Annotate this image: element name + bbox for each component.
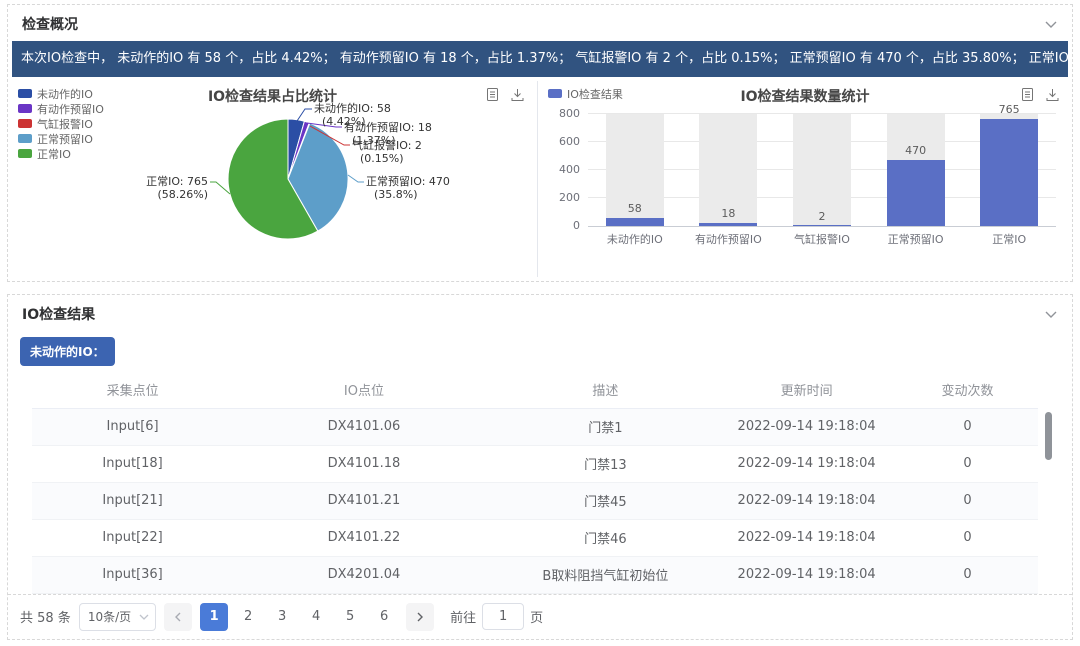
table-cell: DX4101.06 xyxy=(233,408,495,445)
pie-label: 正常预留IO: 470(35.8%) xyxy=(366,175,450,201)
y-tick-label: 200 xyxy=(559,191,580,204)
pie-label: 气缸报警IO: 2(0.15%) xyxy=(352,139,422,165)
pagination-total: 共 58 条 xyxy=(20,607,71,626)
table-cell: 2022-09-14 19:18:04 xyxy=(716,519,897,556)
bar-气缸报警IO: 2气缸报警IO xyxy=(793,114,851,226)
bar-columns: 58未动作的IO 18有动作预留IO 2气缸报警IO 470正常预留IO 765正常IO xyxy=(588,115,1056,226)
overview-title: 检查概况 xyxy=(22,14,78,34)
table-cell: 2022-09-14 19:18:04 xyxy=(716,408,897,445)
results-table: 采集点位IO点位描述更新时间变动次数 Input[6]DX4101.06门禁12… xyxy=(32,372,1038,594)
page-size-value: 10条/页 xyxy=(88,610,131,624)
data-view-icon[interactable] xyxy=(1020,87,1035,102)
table-cell: 2022-09-14 19:18:04 xyxy=(716,556,897,593)
page-size-select[interactable]: 10条/页 xyxy=(79,603,156,631)
goto-page-input[interactable] xyxy=(482,603,524,630)
table-cell: Input[6] xyxy=(32,408,233,445)
results-table-wrap: 采集点位IO点位描述更新时间变动次数 Input[6]DX4101.06门禁12… xyxy=(32,372,1054,594)
table-cell: DX4101.18 xyxy=(233,445,495,482)
y-tick-label: 600 xyxy=(559,135,580,148)
legend-label: IO检查结果 xyxy=(567,86,623,102)
table-cell: 0 xyxy=(897,556,1038,593)
bar-chart: 0200400600800 58未动作的IO18有动作预留IO2气缸报警IO47… xyxy=(588,115,1056,227)
table-header-cell: 描述 xyxy=(495,372,716,408)
page-button-3[interactable]: 3 xyxy=(268,603,296,631)
table-cell: B取料阻挡气缸初始位 xyxy=(495,556,716,593)
table-header-row: 采集点位IO点位描述更新时间变动次数 xyxy=(32,372,1038,408)
table-cell: 门禁46 xyxy=(495,519,716,556)
table-row: Input[18]DX4101.18门禁132022-09-14 19:18:0… xyxy=(32,445,1038,482)
filter-badge: 未动作的IO： xyxy=(20,337,115,366)
page-button-4[interactable]: 4 xyxy=(302,603,330,631)
next-page-button[interactable] xyxy=(406,603,434,631)
table-cell: Input[21] xyxy=(32,482,233,519)
table-cell: 门禁45 xyxy=(495,482,716,519)
overview-section: 检查概况 本次IO检查中， 未动作的IO 有 58 个，占比 4.42%； 有动… xyxy=(7,4,1073,282)
chevron-down-icon[interactable] xyxy=(1044,308,1058,320)
y-tick-label: 400 xyxy=(559,163,580,176)
table-cell: DX4101.21 xyxy=(233,482,495,519)
bar-正常预留IO: 470正常预留IO xyxy=(887,114,945,226)
y-tick-label: 0 xyxy=(573,219,580,232)
table-row: Input[6]DX4101.06门禁12022-09-14 19:18:040 xyxy=(32,408,1038,445)
table-row: Input[36]DX4201.04B取料阻挡气缸初始位2022-09-14 1… xyxy=(32,556,1038,593)
results-title: IO检查结果 xyxy=(22,304,95,324)
table-cell: 0 xyxy=(897,519,1038,556)
table-cell: 门禁1 xyxy=(495,408,716,445)
results-section: IO检查结果 未动作的IO： 采集点位IO点位描述更新时间变动次数 Input[… xyxy=(7,294,1073,640)
pie-chart xyxy=(8,81,538,281)
prev-page-button[interactable] xyxy=(164,603,192,631)
legend-item[interactable]: IO检查结果 xyxy=(548,86,623,101)
summary-banner: 本次IO检查中， 未动作的IO 有 58 个，占比 4.42%； 有动作预留IO… xyxy=(12,41,1068,77)
table-cell: Input[22] xyxy=(32,519,233,556)
overview-header: 检查概况 xyxy=(8,5,1072,41)
table-cell: 0 xyxy=(897,408,1038,445)
chevron-down-icon xyxy=(139,613,149,621)
table-header-cell: IO点位 xyxy=(233,372,495,408)
table-header-cell: 更新时间 xyxy=(716,372,897,408)
charts-row: IO检查结果占比统计 未动作的IO 有动作预留IO 气缸报警IO 正常预留IO … xyxy=(8,77,1072,281)
table-header-cell: 采集点位 xyxy=(32,372,233,408)
goto-suffix: 页 xyxy=(530,607,543,626)
bar-正常IO: 765正常IO xyxy=(980,114,1038,226)
pie-chart-panel: IO检查结果占比统计 未动作的IO 有动作预留IO 气缸报警IO 正常预留IO … xyxy=(8,81,538,277)
table-cell: 0 xyxy=(897,445,1038,482)
pie-label-line xyxy=(210,182,230,194)
page-number-list: 123456 xyxy=(200,603,398,631)
pie-label-line xyxy=(297,109,312,121)
goto-label: 前往 xyxy=(450,607,476,626)
page-button-2[interactable]: 2 xyxy=(234,603,262,631)
pie-label-line xyxy=(348,175,364,182)
pagination-bar: 共 58 条 10条/页 123456 前往 页 xyxy=(8,594,1072,639)
y-tick-label: 800 xyxy=(559,107,580,120)
chevron-down-icon[interactable] xyxy=(1044,18,1058,30)
goto-page: 前往 页 xyxy=(450,603,543,630)
table-header-cell: 变动次数 xyxy=(897,372,1038,408)
table-cell: 门禁13 xyxy=(495,445,716,482)
chart-toolbox xyxy=(1020,87,1060,102)
table-row: Input[21]DX4101.21门禁452022-09-14 19:18:0… xyxy=(32,482,1038,519)
download-icon[interactable] xyxy=(1045,87,1060,102)
table-scrollbar[interactable] xyxy=(1045,412,1052,460)
table-row: Input[22]DX4101.22门禁462022-09-14 19:18:0… xyxy=(32,519,1038,556)
page-button-6[interactable]: 6 xyxy=(370,603,398,631)
bar-有动作预留IO: 18有动作预留IO xyxy=(699,114,757,226)
table-cell: 2022-09-14 19:18:04 xyxy=(716,482,897,519)
table-cell: 2022-09-14 19:18:04 xyxy=(716,445,897,482)
bar-未动作的IO: 58未动作的IO xyxy=(606,114,664,226)
bar-chart-panel: IO检查结果数量统计 IO检查结果 0200400600800 58未动作的IO… xyxy=(538,81,1072,277)
bar-legend: IO检查结果 xyxy=(548,86,623,101)
table-cell: Input[18] xyxy=(32,445,233,482)
table-cell: 0 xyxy=(897,482,1038,519)
page-button-5[interactable]: 5 xyxy=(336,603,364,631)
legend-swatch xyxy=(548,89,562,98)
table-cell: DX4101.22 xyxy=(233,519,495,556)
pie-label: 正常IO: 765(58.26%) xyxy=(132,175,208,201)
results-header: IO检查结果 xyxy=(8,295,1072,331)
table-cell: DX4201.04 xyxy=(233,556,495,593)
page-button-1[interactable]: 1 xyxy=(200,603,228,631)
table-cell: Input[36] xyxy=(32,556,233,593)
